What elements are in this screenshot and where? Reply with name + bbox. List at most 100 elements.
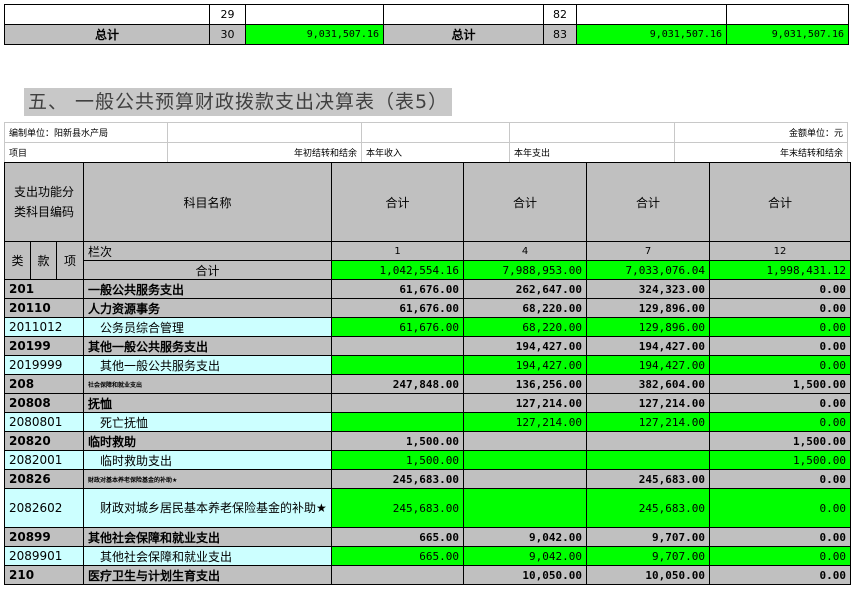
header-name-col: 科目名称 <box>83 162 332 242</box>
row-value-v7: 324,323.00 <box>586 279 710 299</box>
row-value-v12: 0.00 <box>709 336 851 356</box>
table-body: 201 一般公共服务支出 61,676.00 262,647.00 324,323.00… <box>4 279 851 585</box>
row-value-v1: 245,683.00 <box>331 469 464 489</box>
row-value-v4 <box>463 431 587 451</box>
total-row-value: 1,998,431.12 <box>709 260 851 280</box>
meta-row: 项目 年初结转和结余 本年收入 本年支出 年末结转和结余 <box>4 142 848 163</box>
row-value-v7 <box>586 431 710 451</box>
row-value-v7: 9,707.00 <box>586 546 710 566</box>
row-value-v7: 127,214.00 <box>586 412 710 432</box>
section-title: 五、 一般公共预算财政拨款支出决算表（表5） <box>24 88 453 116</box>
table-row: 210 医疗卫生与计划生育支出 10,050.00 10,050.00 0.00 <box>4 565 851 585</box>
total-label: 总计 <box>383 24 544 45</box>
header-sum-col-4: 合计 <box>463 162 587 242</box>
row-value-v12: 1,500.00 <box>709 431 851 451</box>
row-value-v7: 9,707.00 <box>586 527 710 547</box>
header-lanci-row: 类 款 项 栏次 1 4 7 12 <box>4 241 851 280</box>
row-code: 20820 <box>4 431 84 451</box>
meta-expense: 本年支出 <box>509 142 675 163</box>
table-row: 20820 临时救助 1,500.00 1,500.00 <box>4 431 851 451</box>
row-value-v7: 194,427.00 <box>586 355 710 375</box>
row-name: 临时救助 <box>83 431 332 451</box>
row-value-v4: 194,427.00 <box>463 355 587 375</box>
row-value-v1: 1,500.00 <box>331 450 464 470</box>
row-code: 2082602 <box>4 488 84 528</box>
row-value-v4: 127,214.00 <box>463 412 587 432</box>
row-name: 医疗卫生与计划生育支出 <box>83 565 332 585</box>
summary-row-number: 30 <box>209 24 246 45</box>
table-row: 2011012 公务员综合管理 61,676.00 68,220.00 129,896.… <box>4 317 851 337</box>
summary-row-number: 29 <box>209 4 246 25</box>
header-lanci: 栏次 <box>83 241 332 261</box>
row-code: 2082001 <box>4 450 84 470</box>
row-code: 208 <box>4 374 84 394</box>
table-row: 20808 抚恤 127,214.00 127,214.00 0.00 <box>4 393 851 413</box>
row-name: 其他社会保障和就业支出 <box>83 527 332 547</box>
total-row-value: 7,033,076.04 <box>586 260 710 280</box>
row-value-v7: 129,896.00 <box>586 317 710 337</box>
summary-table: 29 82 总计 30 9,031,507.16 总计 83 9,031,507… <box>4 4 849 45</box>
row-value-v4: 136,256.00 <box>463 374 587 394</box>
table-row: 2082001 临时救助支出 1,500.00 1,500.00 <box>4 450 851 470</box>
table-row: 2082602 财政对城乡居民基本养老保险基金的补助★ 245,683.00 245,… <box>4 488 851 528</box>
row-value-v1: 61,676.00 <box>331 279 464 299</box>
row-name: 其他社会保障和就业支出 <box>83 546 332 566</box>
row-name: 公务员综合管理 <box>83 317 332 337</box>
column-number: 1 <box>331 241 464 261</box>
row-code: 210 <box>4 565 84 585</box>
row-name: 财政对城乡居民基本养老保险基金的补助★ <box>83 488 332 528</box>
row-code: 2011012 <box>4 317 84 337</box>
header-sum-col-1: 合计 <box>331 162 464 242</box>
row-name: 财政对基本养老保险基金的补助★ <box>83 469 332 489</box>
row-value-v4 <box>463 450 587 470</box>
row-value-v7: 10,050.00 <box>586 565 710 585</box>
row-name: 临时救助支出 <box>83 450 332 470</box>
row-value-v1 <box>331 393 464 413</box>
row-value-v4: 68,220.00 <box>463 298 587 318</box>
row-value-v7 <box>586 450 710 470</box>
row-code: 2080801 <box>4 412 84 432</box>
row-value-v12: 0.00 <box>709 279 851 299</box>
row-code: 20808 <box>4 393 84 413</box>
column-number: 7 <box>586 241 710 261</box>
row-value-v1 <box>331 355 464 375</box>
row-code: 2089901 <box>4 546 84 566</box>
row-code: 20899 <box>4 527 84 547</box>
column-number: 4 <box>463 241 587 261</box>
total-row-label: 合计 <box>83 260 332 280</box>
row-value-v12: 0.00 <box>709 393 851 413</box>
row-value-v12: 0.00 <box>709 546 851 566</box>
row-value-v7: 245,683.00 <box>586 488 710 528</box>
summary-cell <box>4 4 210 25</box>
row-value-v12: 0.00 <box>709 488 851 528</box>
row-value-v4: 9,042.00 <box>463 527 587 547</box>
table-row: 2019999 其他一般公共服务支出 194,427.00 194,427.00 0.0… <box>4 355 851 375</box>
row-value-v1 <box>331 565 464 585</box>
row-value-v12: 0.00 <box>709 298 851 318</box>
row-value-v12: 1,500.00 <box>709 374 851 394</box>
row-code: 20110 <box>4 298 84 318</box>
table-row: 20110 人力资源事务 61,676.00 68,220.00 129,896.00 0… <box>4 298 851 318</box>
total-row: 合计 1,042,554.16 7,988,953.00 7,033,076.0… <box>5 260 851 280</box>
row-value-v7: 127,214.00 <box>586 393 710 413</box>
row-value-v1 <box>331 336 464 356</box>
row-code: 201 <box>4 279 84 299</box>
row-value-v4: 127,214.00 <box>463 393 587 413</box>
table-row: 20199 其他一般公共服务支出 194,427.00 194,427.00 0.00 <box>4 336 851 356</box>
row-name: 人力资源事务 <box>83 298 332 318</box>
row-code: 20199 <box>4 336 84 356</box>
row-value-v1: 245,683.00 <box>331 488 464 528</box>
table-row: 208 社会保障和就业支出 247,848.00 136,256.00 382,604.… <box>4 374 851 394</box>
header-sum-col-7: 合计 <box>586 162 710 242</box>
row-value-v1: 247,848.00 <box>331 374 464 394</box>
row-code: 2019999 <box>4 355 84 375</box>
table-row: 2080801 死亡抚恤 127,214.00 127,214.00 0.00 <box>4 412 851 432</box>
row-name: 一般公共服务支出 <box>83 279 332 299</box>
amount-unit: 金额单位：元 <box>674 122 848 143</box>
header-kuan: 款 <box>30 241 57 280</box>
row-code: 20826 <box>4 469 84 489</box>
total-row-value: 7,988,953.00 <box>463 260 587 280</box>
row-value-v12: 0.00 <box>709 355 851 375</box>
row-value-v7: 382,604.00 <box>586 374 710 394</box>
row-value-v1: 61,676.00 <box>331 298 464 318</box>
